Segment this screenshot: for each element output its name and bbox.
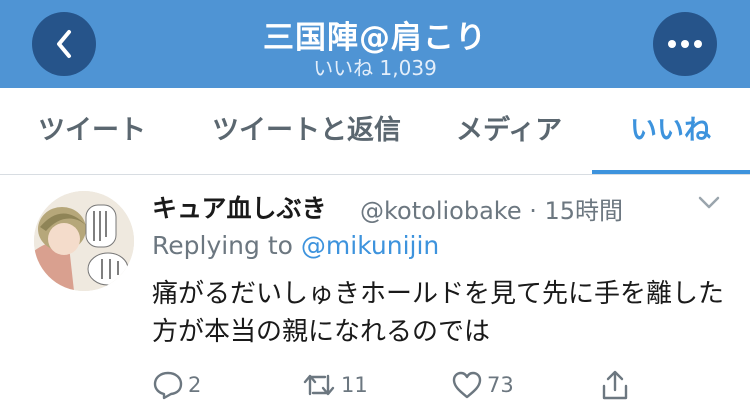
tab-tweets-and-replies[interactable]: ツイートと返信 [212,88,401,174]
chevron-down-icon[interactable] [697,195,721,211]
tab-tweets[interactable]: ツイート [38,88,146,174]
like-count: 73 [487,373,514,397]
author-handle-time: @kotoliobake · 15時間 [360,197,624,225]
tweet-text: 痛がるだいしゅきホールドを見て先に手を離した方が本当の親になれるのでは [152,279,725,347]
replying-to-line: Replying to @mikunijin [152,231,439,260]
tab-media[interactable]: メディア [456,88,562,174]
author-name[interactable]: キュア血しぶき [152,189,327,225]
reply-count: 2 [188,373,202,397]
profile-header: 三国陣@肩こり いいね 1,039 [0,0,750,88]
reply-icon [153,371,183,400]
share-button[interactable] [600,369,634,401]
replying-prefix: Replying to [152,231,301,260]
replying-to-mention[interactable]: @mikunijin [301,231,439,260]
retweet-count: 11 [341,373,368,397]
profile-tabs: ツイート ツイートと返信 メディア いいね [0,88,750,175]
more-dots-icon [668,40,702,48]
more-button[interactable] [653,12,717,76]
reply-button[interactable]: 2 [152,369,201,401]
avatar[interactable] [34,191,134,291]
retweet-button[interactable]: 11 [301,369,368,401]
profile-title: 三国陣@肩こり [263,20,487,56]
share-icon [602,370,628,400]
likes-count-subtitle: いいね 1,039 [313,56,437,80]
tweet-item[interactable]: キュア血しぶき @kotoliobake · 15時間 Replying to … [0,175,750,416]
like-button[interactable]: 73 [451,369,514,401]
retweet-icon [303,374,335,396]
active-tab-indicator [592,170,750,174]
tab-likes[interactable]: いいね [630,88,711,174]
heart-icon [452,371,482,399]
